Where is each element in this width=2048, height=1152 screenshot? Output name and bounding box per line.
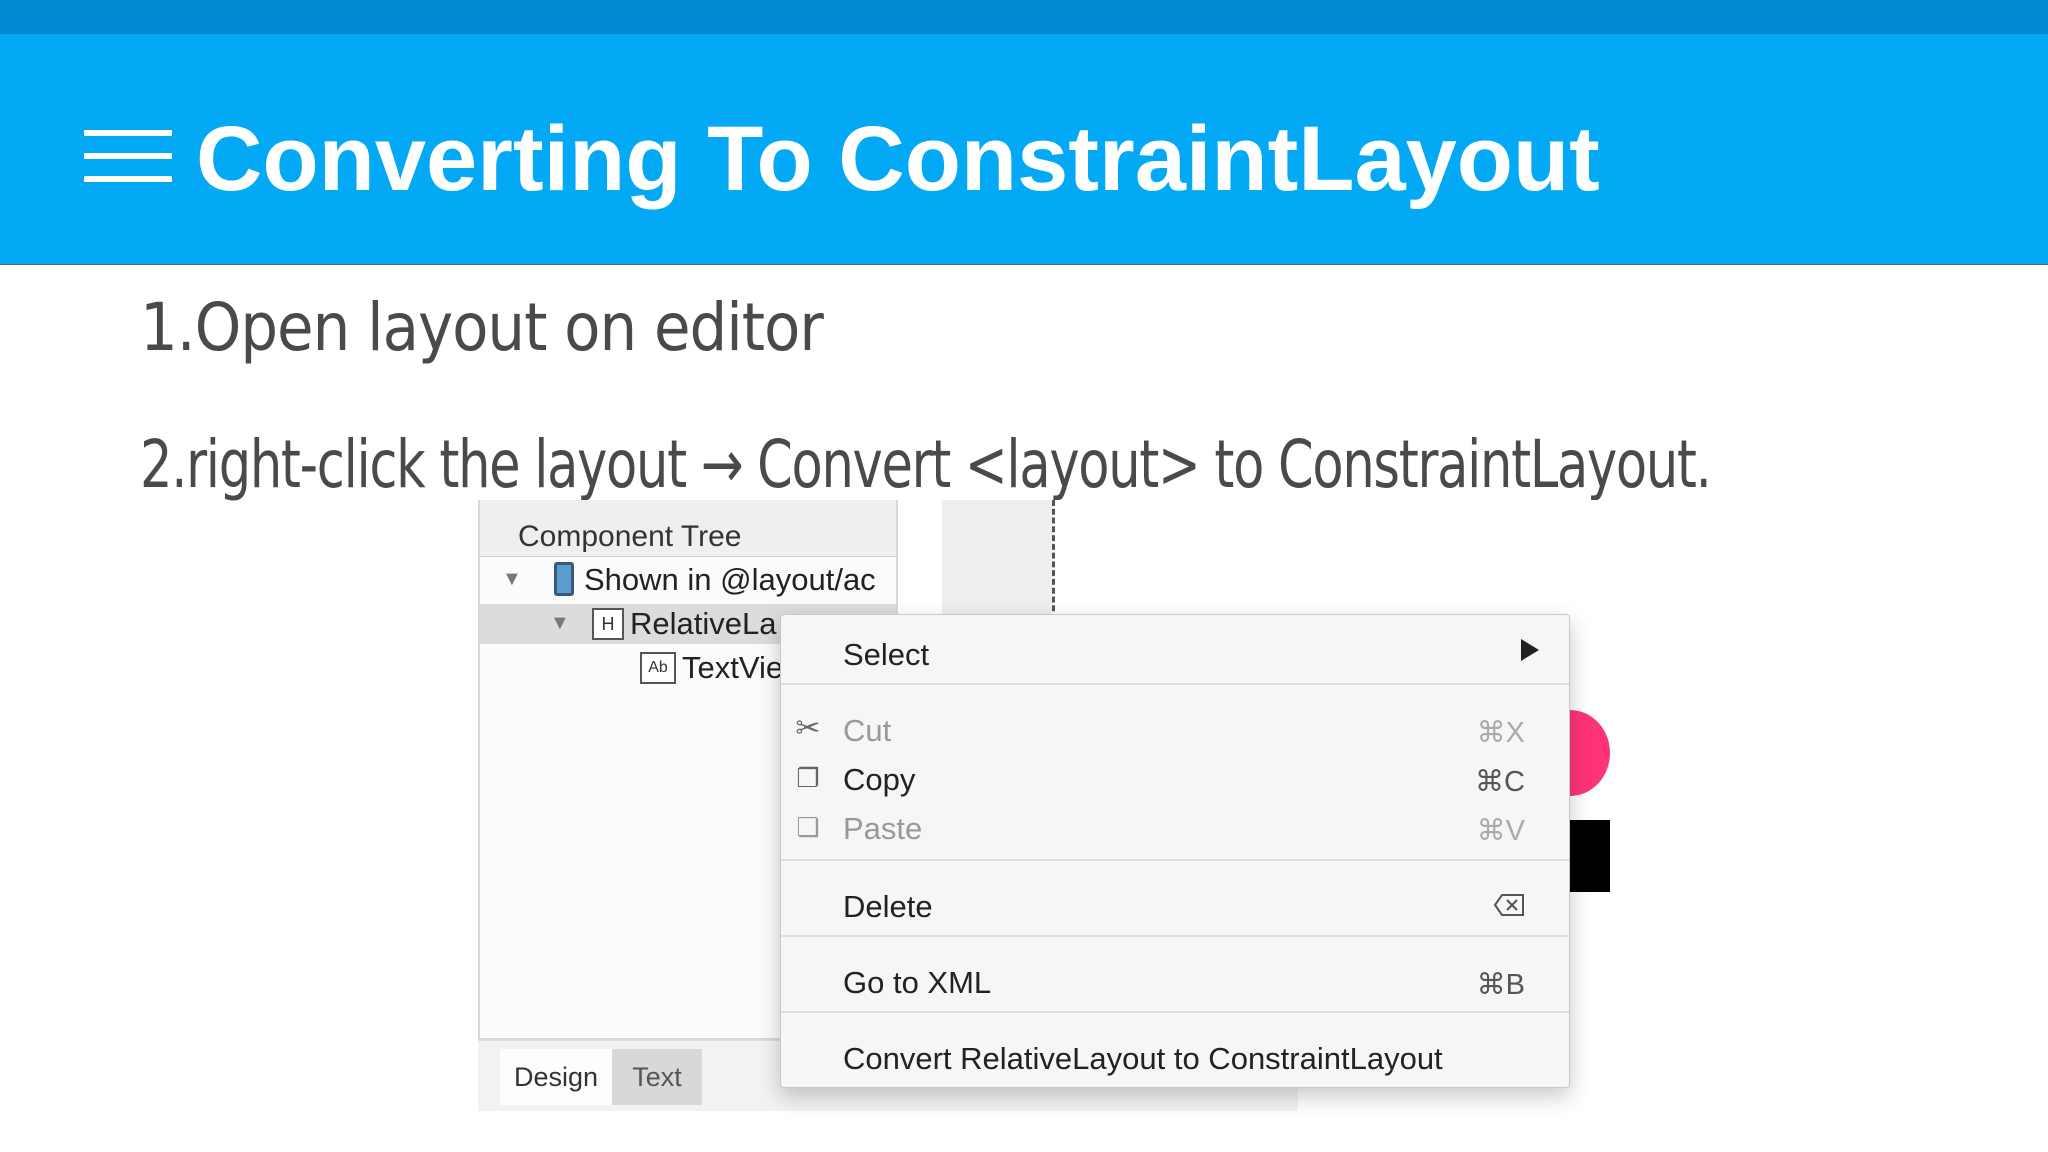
menu-item-delete[interactable]: Delete xyxy=(781,879,1569,931)
step-1: 1.Open layout on editor xyxy=(140,289,824,366)
textview-icon: Ab xyxy=(640,652,676,684)
menu-item-label: Select xyxy=(843,637,930,672)
menu-item-label: Paste xyxy=(843,811,923,846)
menu-item-go-to-xml[interactable]: Go to XML ⌘B xyxy=(781,955,1569,1007)
menu-separator xyxy=(781,683,1569,685)
menu-item-shortcut: ⌘V xyxy=(1476,815,1525,847)
component-tree-header: Component Tree xyxy=(480,500,896,557)
menu-item-label: Copy xyxy=(843,762,916,797)
expand-arrow-icon[interactable]: ▼ xyxy=(502,568,522,591)
menu-item-cut[interactable]: ✂ Cut ⌘X xyxy=(781,703,1569,755)
menu-item-label: Delete xyxy=(843,889,933,924)
component-tree-title: Component Tree xyxy=(518,520,742,553)
menu-item-copy[interactable]: ❐ Copy ⌘C xyxy=(781,752,1569,804)
menu-separator xyxy=(781,859,1569,861)
guideline xyxy=(1052,500,1055,620)
tab-design[interactable]: Design xyxy=(500,1049,612,1105)
ide-screenshot: Component Tree ▼ Shown in @layout/ac ▼ H… xyxy=(440,500,1610,1128)
menu-item-label: Convert RelativeLayout to ConstraintLayo… xyxy=(843,1041,1443,1076)
tree-item-shown-in[interactable]: ▼ Shown in @layout/ac xyxy=(480,560,896,600)
menu-item-shortcut: ⌘X xyxy=(1476,717,1525,749)
phone-icon xyxy=(554,562,574,596)
copy-icon: ❐ xyxy=(796,763,820,793)
menu-item-shortcut: ⌘B xyxy=(1476,969,1525,1001)
delete-key-icon xyxy=(1493,894,1524,916)
design-surface-edge xyxy=(942,500,1052,620)
step-2: 2.right-click the layout → Convert <layo… xyxy=(140,426,1712,503)
tree-item-label: TextVie xyxy=(682,650,784,685)
hamburger-menu-icon[interactable] xyxy=(84,130,172,182)
menu-item-shortcut: ⌘C xyxy=(1475,766,1525,798)
submenu-arrow-icon xyxy=(1521,639,1539,661)
expand-arrow-icon[interactable]: ▼ xyxy=(550,612,570,635)
paste-icon: ❏ xyxy=(796,812,820,842)
menu-separator xyxy=(781,1011,1569,1013)
relative-layout-icon: H xyxy=(592,608,624,640)
status-strip xyxy=(0,0,2048,34)
context-menu: Select ✂ Cut ⌘X ❐ Copy ⌘C ❏ Paste ⌘V Del… xyxy=(780,614,1570,1088)
tree-item-label: RelativeLa xyxy=(630,606,777,641)
page-title: Converting To ConstraintLayout xyxy=(196,108,1600,210)
menu-item-paste[interactable]: ❏ Paste ⌘V xyxy=(781,801,1569,853)
menu-item-label: Go to XML xyxy=(843,965,992,1000)
menu-item-select[interactable]: Select xyxy=(781,627,1569,679)
menu-item-convert-to-constraintlayout[interactable]: Convert RelativeLayout to ConstraintLayo… xyxy=(781,1031,1569,1083)
menu-item-label: Cut xyxy=(843,713,892,748)
scissors-icon: ✂ xyxy=(795,712,821,745)
tree-item-label: Shown in @layout/ac xyxy=(584,562,876,597)
header-bar: Converting To ConstraintLayout xyxy=(0,34,2048,265)
menu-separator xyxy=(781,935,1569,937)
tab-text[interactable]: Text xyxy=(612,1049,702,1105)
